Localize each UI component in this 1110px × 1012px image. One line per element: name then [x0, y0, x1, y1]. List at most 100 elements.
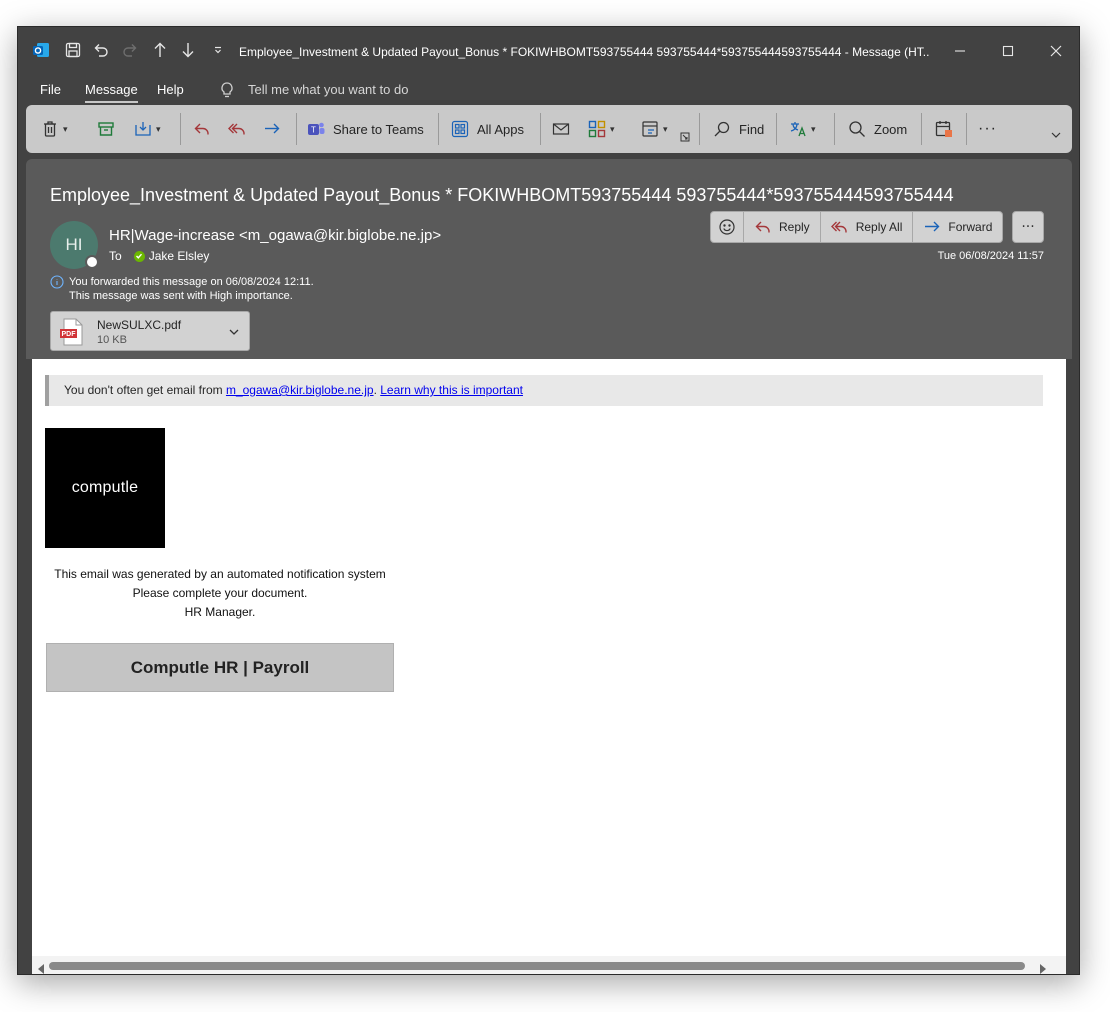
checkmark-icon	[133, 250, 145, 262]
payroll-cta-button[interactable]: Computle HR | Payroll	[46, 643, 394, 692]
message-subject: Employee_Investment & Updated Payout_Bon…	[50, 185, 954, 205]
more-actions-button[interactable]: ···	[1012, 211, 1044, 243]
more-commands-icon[interactable]: ···	[978, 115, 997, 143]
notification-line: This email was generated by an automated…	[54, 567, 386, 581]
warning-text: You don't often get email from	[64, 383, 226, 397]
delete-button[interactable]: ▾	[40, 115, 68, 143]
scrollbar-thumb[interactable]	[49, 962, 1025, 970]
undo-icon[interactable]	[90, 41, 112, 61]
chevron-down-icon[interactable]: ▾	[811, 124, 816, 135]
reply-label: Reply	[779, 220, 810, 234]
ribbon-divider	[296, 113, 297, 145]
ribbon-divider	[699, 113, 700, 145]
recipient-name[interactable]: Jake Elsley	[149, 248, 210, 264]
next-item-icon[interactable]	[177, 41, 199, 61]
logo-text: computle	[71, 479, 139, 496]
ribbon-divider	[921, 113, 922, 145]
menu-help[interactable]: Help	[157, 81, 184, 99]
chevron-down-icon[interactable]: ▾	[63, 124, 68, 135]
follow-up-button[interactable]: ▾	[640, 115, 668, 143]
viva-insights-button[interactable]	[934, 115, 954, 143]
info-icon	[50, 274, 64, 289]
forwarded-info: You forwarded this message on 06/08/2024…	[69, 276, 314, 288]
ribbon-forward-button[interactable]	[262, 115, 282, 143]
reply-button[interactable]: Reply	[744, 212, 821, 242]
find-button[interactable]: Find	[712, 115, 764, 143]
to-label: To	[109, 249, 122, 263]
all-apps-button[interactable]: All Apps	[450, 115, 524, 143]
mark-unread-button[interactable]	[551, 115, 571, 143]
translate-button[interactable]: ▾	[788, 115, 816, 143]
title-bar: Employee_Investment & Updated Payout_Bon…	[18, 27, 1079, 75]
recipient-line: To Jake Elsley	[109, 248, 209, 264]
menu-message[interactable]: Message	[85, 81, 138, 103]
chevron-down-icon[interactable]: ▾	[663, 124, 668, 135]
scroll-left-icon[interactable]	[36, 960, 46, 974]
svg-text:T: T	[311, 126, 316, 135]
ribbon-toolbar: ▾ ▾ T Share to Teams All Apps ▾ ▾ Find ▾…	[26, 105, 1072, 153]
attachment-card[interactable]: PDF NewSULXC.pdf 10 KB	[50, 311, 250, 351]
menu-file[interactable]: File	[40, 81, 61, 99]
scroll-right-icon[interactable]	[1038, 960, 1048, 974]
chevron-down-icon[interactable]: ▾	[610, 124, 615, 135]
chevron-down-icon[interactable]: ▾	[156, 124, 161, 135]
notification-text: This email was generated by an automated…	[45, 565, 395, 622]
categorize-button[interactable]: ▾	[587, 115, 615, 143]
message-date: Tue 06/08/2024 11:57	[937, 250, 1044, 262]
message-header: Employee_Investment & Updated Payout_Bon…	[26, 159, 1072, 359]
window-title: Employee_Investment & Updated Payout_Bon…	[239, 45, 929, 59]
notification-line: HR Manager.	[184, 605, 256, 619]
pdf-file-icon: PDF	[59, 318, 85, 346]
message-actions: Reply Reply All Forward	[710, 211, 1004, 243]
reply-all-label: Reply All	[855, 220, 903, 234]
close-button[interactable]	[1036, 37, 1076, 65]
ribbon-divider	[776, 113, 777, 145]
minimize-button[interactable]	[940, 37, 980, 65]
previous-item-icon[interactable]	[149, 41, 171, 61]
notification-line: Please complete your document.	[132, 586, 308, 600]
customize-toolbar-icon[interactable]	[207, 41, 229, 61]
all-apps-label: All Apps	[477, 121, 524, 137]
pdf-badge-text: PDF	[62, 331, 77, 338]
external-sender-warning: You don't often get email from m_ogawa@k…	[45, 375, 1043, 406]
redo-icon	[119, 41, 141, 61]
ribbon-reply-all-button[interactable]	[227, 115, 247, 143]
sender-address[interactable]: HR|Wage-increase <m_ogawa@kir.biglobe.ne…	[109, 226, 441, 246]
forward-button[interactable]: Forward	[913, 212, 1002, 242]
outlook-app-icon	[30, 41, 52, 61]
tell-me-search[interactable]: Tell me what you want to do	[248, 81, 408, 99]
attachment-size: 10 KB	[97, 334, 127, 346]
find-label: Find	[739, 121, 765, 137]
ribbon-reply-button[interactable]	[192, 115, 212, 143]
share-to-teams-label: Share to Teams	[333, 121, 424, 137]
horizontal-scrollbar[interactable]	[32, 956, 1066, 974]
forward-label: Forward	[948, 220, 993, 234]
ribbon-expand-icon[interactable]	[1050, 125, 1062, 145]
warning-sender-link[interactable]: m_ogawa@kir.biglobe.ne.jp	[226, 383, 374, 397]
zoom-button[interactable]: Zoom	[847, 115, 907, 143]
attachment-name: NewSULXC.pdf	[97, 318, 182, 332]
save-icon[interactable]	[62, 41, 84, 61]
ribbon-divider	[438, 113, 439, 145]
ribbon-divider	[966, 113, 967, 145]
move-button[interactable]: ▾	[133, 115, 161, 143]
archive-button[interactable]	[96, 115, 116, 143]
maximize-button[interactable]	[988, 37, 1028, 65]
ribbon-divider	[180, 113, 181, 145]
computle-logo: computle	[45, 428, 165, 548]
share-to-teams-button[interactable]: T Share to Teams	[306, 115, 424, 143]
lightbulb-icon[interactable]	[218, 81, 236, 99]
learn-why-link[interactable]: Learn why this is important	[380, 383, 523, 397]
ribbon-divider	[834, 113, 835, 145]
message-body: You don't often get email from m_ogawa@k…	[32, 359, 1066, 974]
importance-info: This message was sent with High importan…	[69, 290, 293, 302]
presence-status-icon	[85, 255, 99, 269]
outlook-message-window: Employee_Investment & Updated Payout_Bon…	[17, 26, 1080, 975]
reply-all-button[interactable]: Reply All	[821, 212, 914, 242]
zoom-label: Zoom	[874, 121, 908, 137]
menu-bar: File Message Help	[18, 77, 1079, 103]
chevron-down-icon[interactable]	[227, 324, 241, 338]
react-button[interactable]	[711, 212, 744, 242]
dialog-launcher-icon[interactable]	[680, 129, 690, 145]
ribbon-divider	[540, 113, 541, 145]
